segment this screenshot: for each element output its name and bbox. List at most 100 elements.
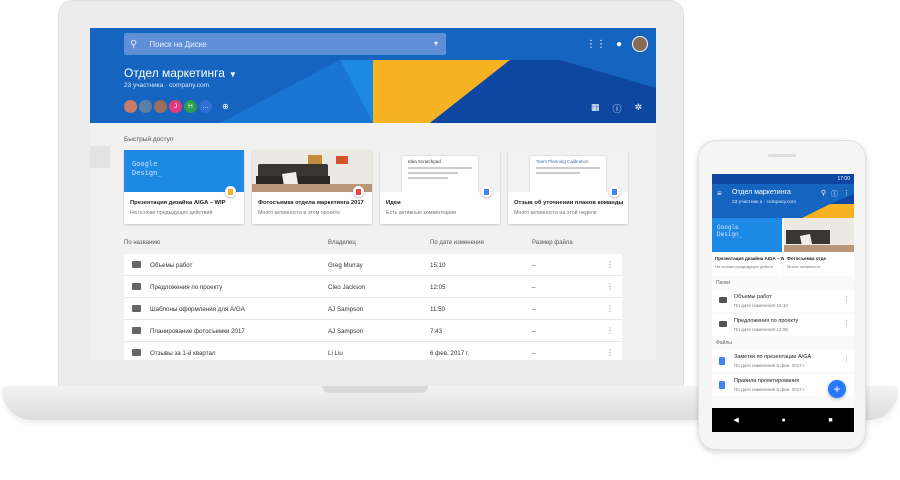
card-reason: Много активности в этом проекте (258, 210, 341, 216)
card-reason: На основе предыдущих действий (130, 210, 213, 216)
file-name: Отзывы за 1-й квартал (150, 350, 216, 357)
item-name: Заметки по презентации A/GA (734, 354, 812, 360)
avatar[interactable]: H (184, 100, 197, 113)
file-modified: 7:43 (430, 328, 443, 335)
file-size-column[interactable]: Размер файла (532, 240, 573, 246)
file-size: – (532, 350, 536, 357)
search-options-icon[interactable]: ▾ (434, 39, 438, 48)
info-icon[interactable]: ⓘ (831, 189, 838, 199)
item-name: Предложения по проекту (734, 318, 799, 324)
file-list: Объемы работ Greg Murray 15:10 – ⋮ Предл… (124, 254, 622, 360)
file-owner: AJ Sampson (328, 328, 364, 335)
list-item[interactable]: Заметки по презентации A/GA По дате изме… (712, 350, 854, 372)
table-row[interactable]: Отзывы за 1-й квартал Li Liu 6 фев. 2017… (124, 342, 622, 360)
quick-access-card[interactable]: Google Design_ Презентация дизайна AIGA –… (712, 218, 785, 276)
chevron-down-icon: ▼ (228, 70, 237, 79)
phone-team-title[interactable]: Отдел маркетинга (732, 189, 791, 196)
more-vert-icon[interactable]: ⋮ (843, 189, 850, 199)
file-list-header: По названию Владелец По дате изменения Р… (124, 240, 622, 252)
member-avatars: J H … ⊕ (124, 100, 229, 113)
more-vert-icon[interactable]: ⋮ (843, 355, 850, 363)
quick-access-card[interactable]: Фотосъемка отдела маркетинга 2017 Много … (252, 150, 372, 224)
more-vert-icon[interactable]: ⋮ (606, 260, 614, 269)
search-icon: ⚲ (130, 38, 138, 50)
back-icon[interactable]: ◀ (733, 416, 738, 424)
item-meta: По дате изменения 12:05 (734, 327, 788, 332)
more-vert-icon[interactable]: ⋮ (606, 282, 614, 291)
more-vert-icon[interactable]: ⋮ (606, 326, 614, 335)
table-row[interactable]: Планирование фотосъемки 2017 AJ Sampson … (124, 320, 622, 342)
account-avatar[interactable] (632, 36, 648, 52)
sort-by-modified[interactable]: По дате изменения (430, 240, 484, 246)
list-item[interactable]: Предложения по проекту По дате изменения… (712, 314, 854, 336)
list-item[interactable]: Объемы работ По дате изменения 15:10 ⋮ (712, 290, 854, 312)
file-modified: 6 фев. 2017 г. (430, 350, 470, 357)
file-name: Предложения по проекту (150, 284, 223, 291)
avatar[interactable] (154, 100, 167, 113)
search-icon[interactable]: ⚲ (821, 189, 826, 199)
owner-column[interactable]: Владелец (328, 240, 356, 246)
info-icon[interactable]: ⓘ (612, 102, 621, 115)
file-size: – (532, 262, 536, 269)
add-people-icon[interactable]: ⊕ (222, 102, 229, 111)
search-bar[interactable]: ⚲ Поиск на Диске ▾ (124, 33, 446, 55)
quick-access-card[interactable]: Google Design_ Презентация дизайна AIGA –… (124, 150, 244, 224)
sort-by-name[interactable]: По названию (124, 240, 160, 246)
more-vert-icon[interactable]: ⋮ (843, 295, 850, 303)
file-modified: 12:05 (430, 284, 446, 291)
file-owner: Li Liu (328, 350, 343, 357)
shared-folder-icon (719, 321, 727, 327)
status-bar-time: 17:00 (712, 174, 854, 184)
table-row[interactable]: Предложения по проекту Cleo Jackson 12:0… (124, 276, 622, 298)
folders-label: Папки (716, 280, 731, 286)
phone-quick-access: Google Design_ Презентация дизайна AIGA –… (712, 218, 854, 276)
apps-grid-icon[interactable]: ⋮⋮ (586, 39, 606, 50)
card-thumbnail: Team Planning Calibration (508, 150, 628, 192)
card-title: Отзыв об уточнении планов команды (514, 200, 624, 206)
menu-icon[interactable]: ≡ (717, 189, 722, 198)
folder-icon (719, 297, 727, 303)
recents-icon[interactable]: ■ (828, 417, 832, 424)
image-icon (353, 186, 364, 197)
more-vert-icon[interactable]: ⋮ (606, 304, 614, 313)
phone-team-members: 23 участник а · company.com (732, 200, 797, 205)
more-vert-icon[interactable]: ⋮ (843, 319, 850, 327)
side-panel-tab[interactable] (90, 146, 110, 168)
quick-access-card[interactable]: Team Planning Calibration Отзыв об уточн… (508, 150, 628, 224)
folder-icon (132, 305, 141, 312)
card-reason: На основе предыдущих действ (715, 264, 773, 269)
header-actions: ⋮⋮ ● (586, 36, 648, 52)
home-icon[interactable]: ● (781, 417, 785, 424)
table-row[interactable]: Объемы работ Greg Murray 15:10 – ⋮ (124, 254, 622, 276)
avatar[interactable]: J (169, 100, 182, 113)
avatar[interactable]: … (199, 100, 212, 113)
avatar[interactable] (139, 100, 152, 113)
file-size: – (532, 284, 536, 291)
notifications-icon[interactable]: ● (616, 39, 622, 50)
team-drive-title[interactable]: Отдел маркетинга ▼ (124, 66, 237, 80)
add-fab-button[interactable]: + (828, 380, 846, 398)
more-vert-icon[interactable]: ⋮ (606, 348, 614, 357)
gear-icon[interactable]: ✲ (634, 102, 642, 115)
card-thumbnail: Google Design_ (712, 218, 782, 252)
team-members-count: 23 участника · company.com (124, 82, 210, 89)
phone-speaker (768, 154, 796, 157)
folder-icon (132, 261, 141, 268)
files-label: Файлы (716, 340, 732, 346)
card-reason: Много активности (787, 264, 821, 269)
item-name: Правила проектирования (734, 378, 800, 384)
shared-folder-icon (132, 349, 141, 356)
table-row[interactable]: Шаблоны оформления для A/GA AJ Sampson 1… (124, 298, 622, 320)
file-modified: 15:10 (430, 262, 446, 269)
quick-access-card[interactable]: Фотосъемка отде Много активности (784, 218, 854, 276)
drive-view-actions: ▦ ⓘ ✲ (591, 102, 642, 115)
file-size: – (532, 328, 536, 335)
slides-icon (225, 186, 236, 197)
card-thumbnail: Idea Scratchpad (380, 150, 500, 192)
quick-access-label: Быстрый доступ (124, 136, 174, 143)
grid-view-icon[interactable]: ▦ (591, 102, 600, 115)
shared-folder-icon (132, 327, 141, 334)
laptop-notch (322, 386, 428, 393)
avatar[interactable] (124, 100, 137, 113)
quick-access-card[interactable]: Idea Scratchpad Идеи Есть активные комме… (380, 150, 500, 224)
